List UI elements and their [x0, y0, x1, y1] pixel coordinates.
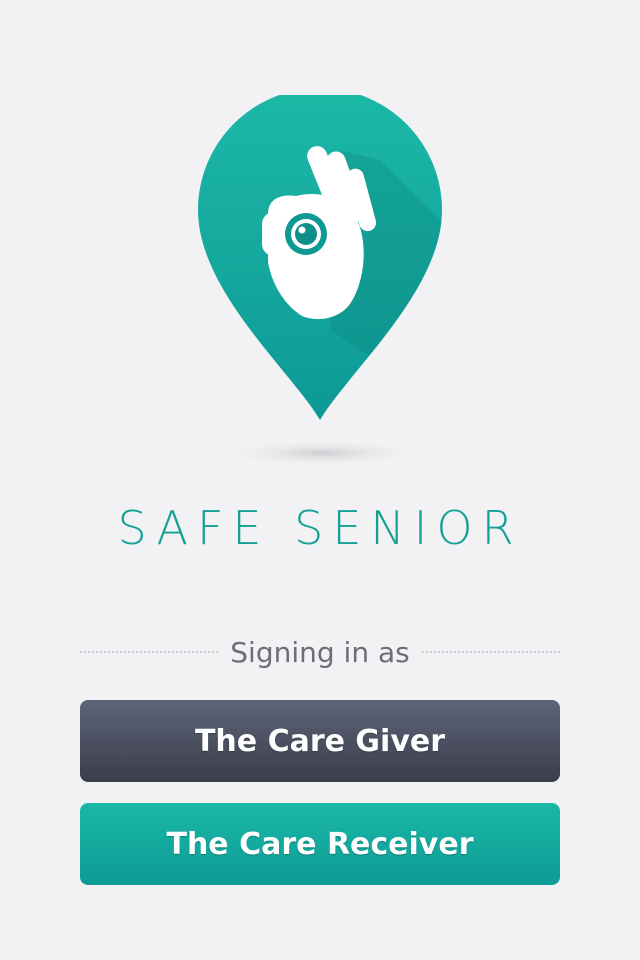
- location-pin-ok-hand-icon: [198, 95, 442, 465]
- divider-line-left: [80, 651, 219, 653]
- care-giver-button[interactable]: The Care Giver: [80, 700, 560, 782]
- app-title: SAFE SENIOR: [117, 501, 523, 555]
- care-receiver-button[interactable]: The Care Receiver: [80, 803, 560, 885]
- app-logo: [190, 95, 450, 475]
- divider-line-right: [421, 651, 561, 653]
- signin-prompt: Signing in as: [230, 635, 410, 669]
- signin-divider: Signing in as: [80, 630, 561, 674]
